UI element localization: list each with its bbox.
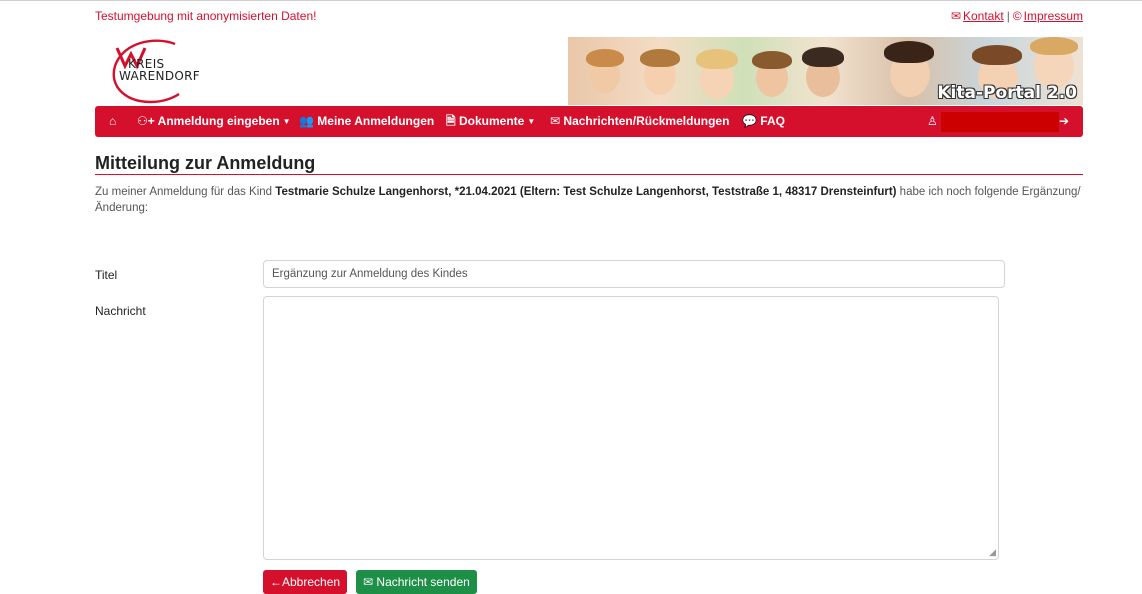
logout-button[interactable]: ➔	[1059, 106, 1069, 137]
cancel-button[interactable]: ←Abbrechen	[263, 570, 348, 594]
child-hair	[802, 47, 844, 67]
intro-prefix: Zu meiner Anmeldung für das Kind	[95, 186, 276, 198]
impressum-link[interactable]: © Impressum	[1013, 9, 1083, 23]
child-hair	[640, 49, 680, 67]
nav-meine-anmeldungen[interactable]: 👥 Meine Anmeldungen	[299, 106, 434, 137]
top-links: ✉ Kontakt | © Impressum	[951, 9, 1083, 23]
child-hair	[1030, 37, 1078, 55]
page-title: Mitteilung zur Anmeldung	[95, 153, 316, 173]
nav-faq[interactable]: 💬 FAQ	[742, 106, 785, 137]
logo-line-2: WARENDORF	[119, 69, 200, 83]
chevron-down-icon: ▼	[282, 117, 291, 126]
user-name-redacted	[941, 112, 1059, 132]
logo-text: KREIS WARENDORF	[119, 58, 200, 82]
document-icon: 🗎	[446, 114, 456, 128]
intro-text: Zu meiner Anmeldung für das Kind Testmar…	[95, 184, 1083, 216]
inbox-icon: ✉	[550, 114, 561, 128]
logout-icon: ➔	[1059, 114, 1070, 128]
title-divider	[95, 174, 1083, 175]
separator: |	[1006, 9, 1010, 23]
test-environment-notice: Testumgebung mit anonymisierten Daten!	[95, 9, 317, 23]
child-hair	[696, 49, 738, 69]
envelope-send-icon: ✉	[363, 575, 374, 589]
child-hair	[972, 45, 1022, 65]
child-hair	[586, 49, 624, 67]
copyright-icon: ©	[1012, 9, 1022, 23]
people-icon: 👥	[299, 114, 314, 128]
send-label: Nachricht senden	[376, 575, 470, 589]
top-border	[0, 0, 1142, 7]
nav-user-menu[interactable]: ♙	[927, 106, 938, 137]
child-hair	[884, 41, 934, 63]
header-banner-image: Kita-Portal 2.0	[568, 37, 1083, 105]
kita-portal-label: Kita-Portal 2.0	[937, 83, 1077, 103]
message-textarea[interactable]: ◢	[263, 296, 999, 560]
nav-nachrichten[interactable]: ✉ Nachrichten/Rückmeldungen	[550, 106, 729, 137]
kreis-warendorf-logo[interactable]: KREIS WARENDORF	[107, 38, 202, 104]
nav-home[interactable]: ⌂	[109, 106, 116, 137]
resize-handle-icon[interactable]: ◢	[989, 547, 996, 558]
nav-anmeldung-label: Anmeldung eingeben	[157, 114, 280, 128]
nav-dokumente[interactable]: 🗎 Dokumente ▼	[446, 106, 535, 137]
main-navbar: ⌂ ⚇+ Anmeldung eingeben ▼ 👥 Meine Anmeldu…	[95, 106, 1083, 137]
title-input[interactable]: Ergänzung zur Anmeldung des Kindes	[263, 260, 1005, 288]
user-plus-icon: ⚇+	[137, 114, 155, 128]
message-label: Nachricht	[95, 304, 146, 318]
arrow-left-icon: ←	[270, 575, 282, 589]
chevron-down-icon: ▼	[527, 117, 536, 126]
title-label: Titel	[95, 268, 118, 282]
home-icon: ⌂	[109, 114, 117, 128]
mail-icon: ✉	[950, 9, 961, 23]
nav-dokumente-label: Dokumente	[459, 114, 525, 128]
nav-meine-label: Meine Anmeldungen	[317, 114, 435, 128]
nav-anmeldung-eingeben[interactable]: ⚇+ Anmeldung eingeben ▼	[137, 106, 291, 137]
nav-nachrichten-label: Nachrichten/Rückmeldungen	[563, 114, 730, 128]
chat-icon: 💬	[742, 114, 757, 128]
child-hair	[752, 51, 792, 69]
intro-child-details: Testmarie Schulze Langenhorst, *21.04.20…	[275, 186, 897, 198]
send-message-button[interactable]: ✉ Nachricht senden	[356, 570, 477, 594]
cancel-label: Abbrechen	[282, 575, 341, 589]
user-icon: ♙	[927, 114, 938, 128]
kontakt-link[interactable]: ✉ Kontakt	[951, 9, 1004, 23]
nav-faq-label: FAQ	[760, 114, 785, 128]
